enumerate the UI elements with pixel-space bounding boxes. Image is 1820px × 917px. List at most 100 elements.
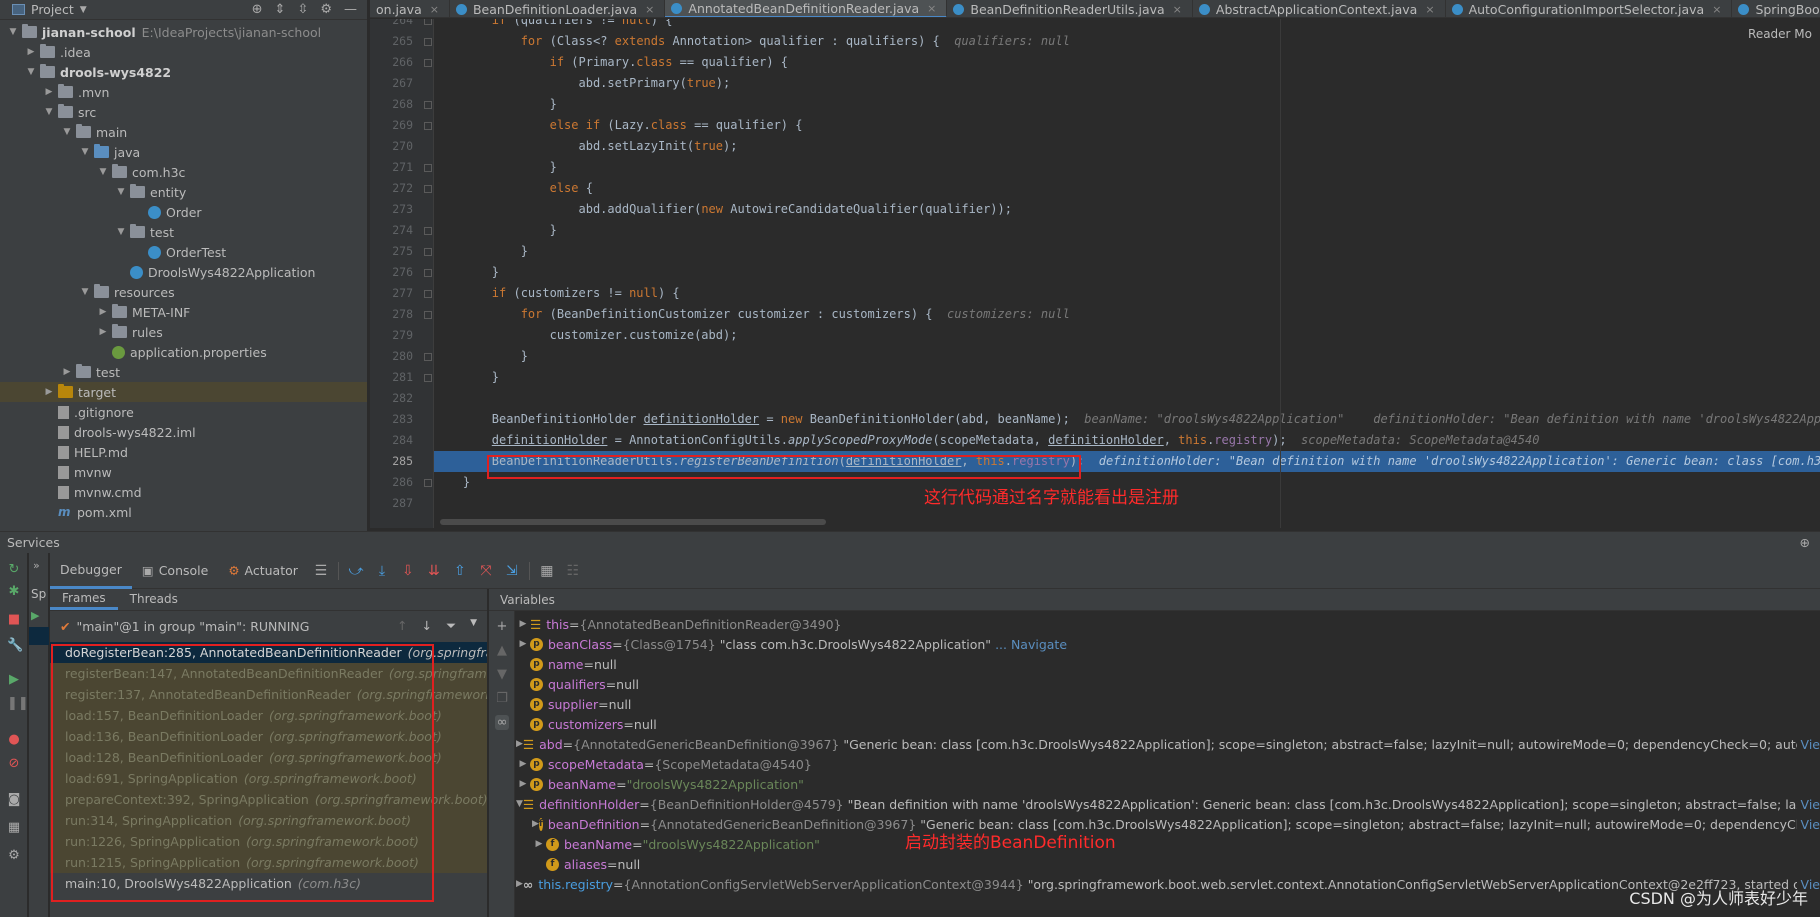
fold-marker-icon[interactable] — [424, 59, 432, 67]
settings-icon[interactable]: ⚙ — [7, 849, 21, 863]
editor-tab[interactable]: on.java × — [370, 0, 450, 17]
chevron-right-icon[interactable]: ▶ — [516, 779, 530, 789]
rerun-icon[interactable]: ↻ — [7, 563, 21, 577]
tree-item[interactable]: ▶ test — [0, 362, 367, 382]
step-into-icon[interactable]: ⇩ — [395, 563, 421, 579]
chevron-right-icon[interactable]: ▶ — [24, 47, 38, 57]
chevron-down-icon[interactable]: ▼ — [6, 27, 20, 37]
chevron-down-icon[interactable]: ▼ — [114, 227, 128, 237]
tree-item[interactable]: ▼ com.h3c — [0, 162, 367, 182]
editor-horizontal-scrollbar[interactable] — [440, 519, 826, 525]
drop-frame-icon[interactable]: ⤧ — [473, 563, 499, 579]
fold-marker-icon[interactable] — [424, 248, 432, 256]
camera-icon[interactable]: ◙ — [7, 793, 21, 807]
stop-icon[interactable]: ■ — [7, 613, 21, 627]
locate-icon[interactable]: ⊕ — [252, 2, 263, 17]
arrow-down-icon[interactable]: ↓ — [422, 618, 432, 634]
chevron-right-icon[interactable]: ▶ — [60, 367, 74, 377]
fold-marker-icon[interactable] — [424, 479, 432, 487]
force-step-into-icon[interactable]: ⇊ — [421, 563, 447, 579]
variable-row[interactable]: p customizers = null — [516, 714, 1820, 734]
tree-item[interactable]: ▼ main — [0, 122, 367, 142]
layout-icon[interactable]: ▦ — [7, 821, 21, 835]
chevron-right-icon[interactable]: ▶ — [516, 879, 523, 889]
chevron-down-icon[interactable]: ▼ — [78, 287, 92, 297]
tree-item[interactable]: ▶ rules — [0, 322, 367, 342]
chevron-down-icon[interactable]: ▼ — [78, 147, 92, 157]
tree-item[interactable]: drools-wys4822.iml — [0, 422, 367, 442]
debug-bug-icon[interactable]: ✱ — [7, 585, 21, 599]
variable-row[interactable]: ▶ p beanName = "droolsWys4822Application" — [516, 774, 1820, 794]
step-over-icon[interactable]: ⤓ — [369, 563, 395, 579]
services-tree-label[interactable]: Sp — [31, 587, 46, 601]
gear-icon[interactable]: ⚙ — [320, 2, 332, 17]
variable-row[interactable]: ▶ f beanDefinition = {AnnotatedGenericBean… — [532, 814, 1820, 834]
chevron-right-icon[interactable]: ▶ — [42, 387, 56, 397]
fold-marker-icon[interactable] — [424, 185, 432, 193]
tree-item[interactable]: ▼ entity — [0, 182, 367, 202]
variable-row[interactable]: ▶ ☰ abd = {AnnotatedGenericBeanDefinition@… — [516, 734, 1820, 754]
run-icon[interactable]: ▶ — [31, 609, 39, 622]
selected-service-row[interactable] — [29, 627, 49, 645]
tree-item[interactable]: ▼ test — [0, 222, 367, 242]
expand-icon[interactable]: » — [33, 559, 40, 572]
fold-marker-icon[interactable] — [424, 122, 432, 130]
tree-item[interactable]: ▶ target — [0, 382, 367, 402]
reader-mode-toggle[interactable]: Reader Mo — [1748, 27, 1812, 41]
tree-item[interactable]: ▶ .mvn — [0, 82, 367, 102]
tree-item[interactable]: .gitignore — [0, 402, 367, 422]
filter-icon[interactable]: ⏷ — [446, 618, 456, 634]
add-service-icon[interactable]: ⊕ — [1800, 535, 1810, 550]
variable-row[interactable]: ▶ ∞ this.registry = {AnnotationConfigServl… — [516, 874, 1820, 894]
navigate-link[interactable]: ... Navigate — [995, 637, 1067, 652]
close-icon[interactable]: × — [1173, 3, 1182, 16]
tree-item[interactable]: mvnw.cmd — [0, 482, 367, 502]
wrench-icon[interactable]: 🔧 — [7, 639, 23, 653]
chevron-down-icon[interactable]: ▼ — [80, 5, 87, 15]
evaluate-icon[interactable]: ▦ — [534, 563, 560, 579]
chevron-down-icon[interactable]: ▼ — [24, 67, 38, 77]
project-view-selector[interactable]: Project — [31, 2, 74, 17]
editor-tab[interactable]: BeanDefinitionReaderUtils.java × — [947, 0, 1193, 17]
expand-all-icon[interactable]: ⇕ — [275, 2, 286, 17]
tree-item[interactable]: Order — [0, 202, 367, 222]
fold-marker-icon[interactable] — [424, 290, 432, 298]
fold-marker-icon[interactable] — [424, 269, 432, 277]
variable-row[interactable]: ▶ f beanName = "droolsWys4822Application" — [532, 834, 1820, 854]
breakpoints-icon[interactable]: ● — [7, 733, 21, 747]
view-link[interactable]: Vie — [1796, 736, 1820, 752]
fold-marker-icon[interactable] — [424, 19, 432, 25]
variable-row[interactable]: p qualifiers = null — [516, 674, 1820, 694]
run-to-cursor-icon[interactable]: ⇲ — [499, 563, 525, 579]
collapse-all-icon[interactable]: ⇳ — [297, 2, 308, 17]
code-editor[interactable]: 264 265 266 267 268 269 270 271 272 273 274 275 276 2… — [370, 19, 1820, 528]
tab-debugger[interactable]: Debugger — [50, 553, 132, 589]
fold-marker-icon[interactable] — [424, 38, 432, 46]
pause-icon[interactable]: ❚❚ — [7, 697, 29, 711]
fold-marker-icon[interactable] — [424, 164, 432, 172]
close-icon[interactable]: × — [645, 3, 654, 16]
tree-item[interactable]: HELP.md — [0, 442, 367, 462]
chevron-down-icon[interactable]: ▼ — [60, 127, 74, 137]
variable-row[interactable]: p supplier = null — [516, 694, 1820, 714]
tree-item[interactable]: mvnw — [0, 462, 367, 482]
chevron-down-icon[interactable]: ▼ — [516, 799, 523, 809]
variable-row[interactable]: ▼ ☰ definitionHolder = {BeanDefinitionHold… — [516, 794, 1820, 814]
resume-icon[interactable]: ▶ — [7, 673, 21, 687]
tree-item[interactable]: OrderTest — [0, 242, 367, 262]
close-icon[interactable]: × — [927, 2, 936, 15]
chevron-right-icon[interactable]: ▶ — [516, 619, 530, 629]
tab-console[interactable]: ▣ Console — [132, 553, 218, 589]
tree-item[interactable]: DroolsWys4822Application — [0, 262, 367, 282]
tree-item[interactable]: ▼ resources — [0, 282, 367, 302]
chevron-down-icon[interactable]: ▼ — [470, 618, 477, 634]
chevron-right-icon[interactable]: ▶ — [96, 327, 110, 337]
arrow-up-icon[interactable]: ↑ — [397, 618, 407, 634]
variable-row[interactable]: ▶ p scopeMetadata = {ScopeMetadata@4540} — [516, 754, 1820, 774]
tree-item[interactable]: ▼ jianan-school E:\IdeaProjects\jianan-sch… — [0, 22, 367, 42]
close-icon[interactable]: × — [430, 3, 439, 16]
close-icon[interactable]: × — [1425, 3, 1434, 16]
variable-row[interactable]: f aliases = null — [532, 854, 1820, 874]
tab-threads[interactable]: Threads — [118, 588, 190, 610]
thread-selector[interactable]: ✔ "main"@1 in group "main": RUNNING ↑ ↓ … — [50, 611, 487, 641]
